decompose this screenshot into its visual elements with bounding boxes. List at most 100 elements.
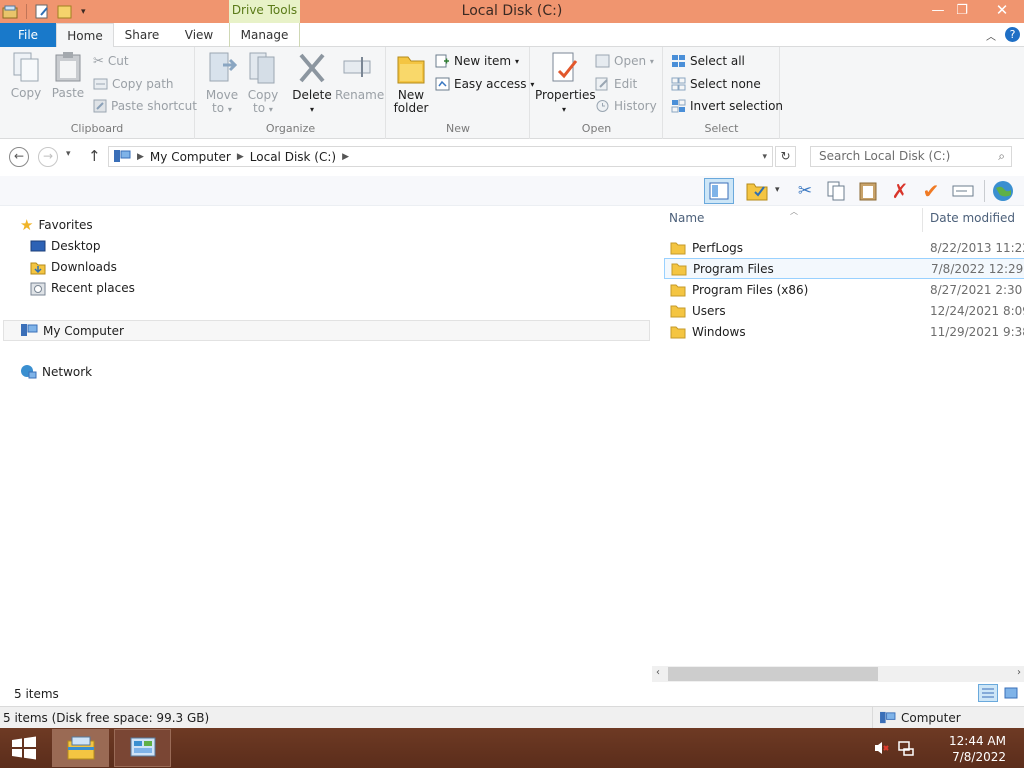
- copy-path-button[interactable]: Copy path: [93, 75, 174, 93]
- properties-toolbar-button[interactable]: ✔: [918, 178, 944, 204]
- new-group-label: New: [446, 122, 470, 135]
- new-item-button[interactable]: New item ▾: [435, 52, 519, 70]
- column-separator[interactable]: [922, 208, 923, 232]
- copy-path-icon: [93, 78, 108, 90]
- search-input[interactable]: Search Local Disk (C:) ⌕: [810, 146, 1012, 167]
- scrollbar-thumb[interactable]: [668, 667, 878, 681]
- table-row[interactable]: Windows 11/29/2021 9:38 P: [664, 321, 1024, 342]
- start-button[interactable]: [0, 728, 48, 768]
- select-none-button[interactable]: Select none: [671, 75, 761, 93]
- delete-toolbar-button[interactable]: ✗: [887, 178, 913, 204]
- copy-label: Copy: [10, 86, 42, 100]
- nav-recent-places[interactable]: Recent places: [30, 278, 135, 298]
- horizontal-scrollbar[interactable]: ‹ ›: [652, 666, 1024, 682]
- large-icons-view-icon: [1004, 687, 1018, 699]
- cut-toolbar-button[interactable]: ✂: [792, 178, 818, 204]
- new-folder-button[interactable]: New folder: [393, 51, 429, 115]
- table-row[interactable]: PerfLogs 8/22/2013 11:22 A: [664, 237, 1024, 258]
- properties-folder-button[interactable]: [744, 178, 770, 204]
- preview-pane-button[interactable]: [704, 178, 734, 204]
- file-date: 7/8/2022 12:29 AM: [931, 261, 1024, 276]
- ribbon: Copy Paste ✂ Cut Copy path Paste shortcu…: [0, 47, 1024, 139]
- folder-check-icon: [746, 183, 768, 201]
- close-button[interactable]: ✕: [982, 0, 1022, 21]
- open-label: Open: [614, 54, 647, 68]
- scroll-right-icon[interactable]: ›: [1017, 667, 1021, 678]
- cut-button[interactable]: ✂ Cut: [93, 52, 129, 70]
- move-to-button[interactable]: Move to ▾: [204, 51, 240, 116]
- taskbar-file-explorer[interactable]: [52, 729, 109, 767]
- open-button[interactable]: Open ▾: [595, 52, 654, 70]
- nav-desktop[interactable]: Desktop: [30, 236, 101, 256]
- select-none-label: Select none: [690, 77, 761, 91]
- recent-locations-icon[interactable]: ▾: [66, 149, 71, 159]
- address-dropdown-icon[interactable]: ▾: [762, 152, 767, 162]
- column-header-date-modified[interactable]: Date modified: [930, 211, 1015, 225]
- up-arrow-icon[interactable]: ↑: [88, 147, 101, 165]
- nav-desktop-label: Desktop: [51, 239, 101, 253]
- table-row[interactable]: Program Files 7/8/2022 12:29 AM: [664, 258, 1024, 279]
- restore-button[interactable]: ❐: [947, 0, 977, 21]
- address-bar[interactable]: ▶ My Computer ▶ Local Disk (C:) ▶ ▾: [108, 146, 773, 167]
- nav-my-computer[interactable]: My Computer: [3, 320, 650, 341]
- tab-view[interactable]: View: [170, 23, 228, 47]
- volume-muted-icon[interactable]: [874, 740, 890, 759]
- network-tray-icon[interactable]: [898, 740, 914, 759]
- forward-button[interactable]: →: [38, 147, 58, 167]
- nav-downloads[interactable]: Downloads: [30, 257, 117, 277]
- toolbar-dropdown-icon[interactable]: ▾: [775, 185, 780, 195]
- paste-shortcut-button[interactable]: Paste shortcut: [93, 97, 197, 115]
- table-row[interactable]: Program Files (x86) 8/27/2021 2:30 AM: [664, 279, 1024, 300]
- details-view-button[interactable]: [978, 684, 998, 702]
- invert-selection-button[interactable]: Invert selection: [671, 97, 783, 115]
- file-list: ︿ Name Date modified PerfLogs 8/22/2013 …: [662, 206, 1024, 666]
- recent-places-icon: [30, 282, 46, 295]
- refresh-button[interactable]: ↻: [775, 146, 796, 167]
- copy-to-button[interactable]: Copy to ▾: [245, 51, 281, 116]
- file-date: 8/27/2021 2:30 AM: [930, 282, 1024, 297]
- column-header-name[interactable]: Name: [669, 211, 704, 225]
- clipboard-group-label: Clipboard: [70, 122, 124, 135]
- nav-network[interactable]: Network: [20, 362, 92, 382]
- tab-file[interactable]: File: [0, 23, 56, 47]
- invert-selection-label: Invert selection: [690, 99, 784, 113]
- status-detail: 5 items (Disk free space: 99.3 GB): [3, 711, 210, 725]
- history-button[interactable]: History: [595, 97, 657, 115]
- status-location: Computer: [872, 707, 961, 729]
- large-icons-view-button[interactable]: [1002, 684, 1020, 702]
- status-bar: 5 items (Disk free space: 99.3 GB) Compu…: [0, 706, 1024, 729]
- crumb-local-disk[interactable]: Local Disk (C:): [250, 150, 336, 164]
- scroll-left-icon[interactable]: ‹: [656, 667, 660, 678]
- crumb-separator-icon[interactable]: ▶: [237, 152, 244, 162]
- taskbar-control-panel[interactable]: [114, 729, 171, 767]
- copy-toolbar-button[interactable]: [823, 178, 849, 204]
- tab-manage[interactable]: Manage: [229, 23, 300, 47]
- globe-toolbar-button[interactable]: [990, 178, 1016, 204]
- collapse-ribbon-icon[interactable]: ︿: [986, 28, 996, 43]
- back-button[interactable]: ←: [9, 147, 29, 167]
- rename-button[interactable]: Rename: [335, 51, 384, 102]
- new-folder-label-2: folder: [393, 101, 429, 115]
- easy-access-button[interactable]: Easy access ▾: [435, 75, 534, 93]
- paste-button[interactable]: Paste: [50, 51, 86, 100]
- rename-icon: [343, 57, 371, 77]
- crumb-separator-icon[interactable]: ▶: [342, 152, 349, 162]
- table-row[interactable]: Users 12/24/2021 8:09 A: [664, 300, 1024, 321]
- crumb-my-computer[interactable]: My Computer: [150, 150, 231, 164]
- help-icon[interactable]: ?: [1005, 27, 1020, 42]
- tab-share[interactable]: Share: [114, 23, 170, 47]
- nav-favorites[interactable]: ★ Favorites: [20, 215, 93, 235]
- paste-toolbar-button[interactable]: [855, 178, 881, 204]
- delete-button[interactable]: Delete ▾: [292, 51, 332, 116]
- select-group: Select all Select none Invert selection …: [664, 47, 783, 139]
- edit-button[interactable]: Edit: [595, 75, 637, 93]
- taskbar-clock[interactable]: 12:44 AM 7/8/2022: [949, 733, 1006, 765]
- clock-time: 12:44 AM: [949, 734, 1006, 748]
- tab-home[interactable]: Home: [56, 23, 114, 48]
- file-date: 11/29/2021 9:38 P: [930, 324, 1024, 339]
- copy-button[interactable]: Copy: [8, 51, 44, 100]
- select-all-button[interactable]: Select all: [671, 52, 745, 70]
- rename-toolbar-button[interactable]: [950, 178, 976, 204]
- paste-shortcut-icon: [93, 99, 107, 113]
- properties-button[interactable]: Properties ▾: [535, 51, 596, 116]
